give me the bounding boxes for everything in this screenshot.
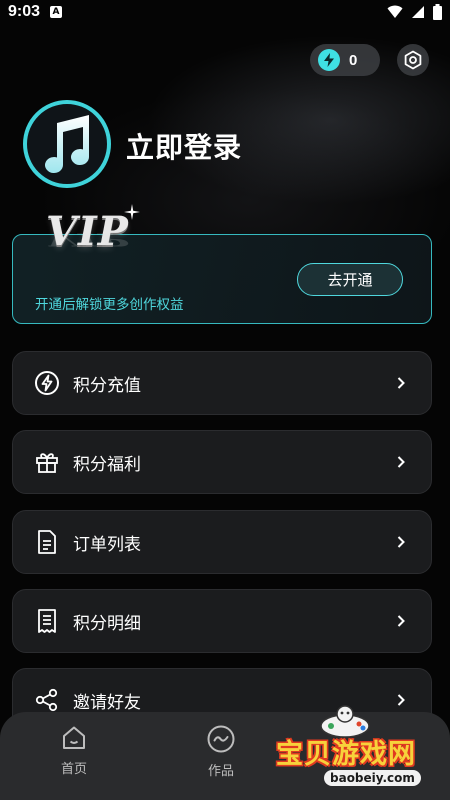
sparkle-icon xyxy=(124,204,140,220)
vip-open-button[interactable]: 去开通 xyxy=(297,263,403,296)
login-link[interactable]: 立即登录 xyxy=(126,126,242,166)
menu-item-order-list[interactable]: 订单列表 xyxy=(12,510,432,574)
nav-tab-home[interactable]: 首页 xyxy=(39,724,109,777)
status-time: 9:03 xyxy=(8,3,41,20)
menu-item-points-recharge[interactable]: 积分充值 xyxy=(12,351,432,415)
nav-tab-label: 首页 xyxy=(60,762,87,777)
menu-item-label: 积分明细 xyxy=(73,613,141,634)
settings-button[interactable] xyxy=(397,44,429,76)
receipt-icon xyxy=(34,608,60,634)
watermark-text: 宝贝游戏网 xyxy=(276,739,416,770)
settings-icon xyxy=(404,50,422,70)
bolt-circle-icon xyxy=(34,370,60,396)
avatar[interactable] xyxy=(23,100,111,188)
menu-item-label: 积分充值 xyxy=(73,375,141,396)
vip-badge-reflection: VIP xyxy=(46,228,129,250)
chevron-right-icon xyxy=(397,456,405,468)
home-icon xyxy=(63,726,85,749)
notification-a-icon: A xyxy=(50,6,63,18)
menu-item-points-detail[interactable]: 积分明细 xyxy=(12,589,432,653)
nav-tab-label: 作品 xyxy=(207,764,234,779)
watermark: 宝贝游戏网 baobeiy.com xyxy=(268,700,448,800)
nav-tab-works[interactable]: 作品 xyxy=(186,724,256,779)
gift-icon xyxy=(34,449,60,475)
battery-icon xyxy=(433,4,442,20)
chevron-right-icon xyxy=(397,615,405,627)
vip-description: 开通后解锁更多创作权益 xyxy=(35,297,184,313)
signal-icon xyxy=(412,6,424,18)
menu-item-points-welfare[interactable]: 积分福利 xyxy=(12,430,432,494)
points-value: 0 xyxy=(349,51,358,69)
points-balance-button[interactable]: 0 xyxy=(310,44,380,76)
works-icon xyxy=(207,725,235,753)
bolt-icon xyxy=(318,49,340,71)
chevron-right-icon xyxy=(397,377,405,389)
chevron-right-icon xyxy=(397,536,405,548)
menu-item-label: 积分福利 xyxy=(73,454,141,475)
document-icon xyxy=(34,529,60,555)
wifi-icon xyxy=(387,5,403,18)
music-note-icon xyxy=(45,115,90,174)
menu-item-label: 订单列表 xyxy=(73,534,141,555)
watermark-url: baobeiy.com xyxy=(324,770,421,786)
status-bar: 9:03 A xyxy=(0,0,450,24)
menu-item-label: 邀请好友 xyxy=(73,692,141,713)
share-icon xyxy=(34,687,60,713)
